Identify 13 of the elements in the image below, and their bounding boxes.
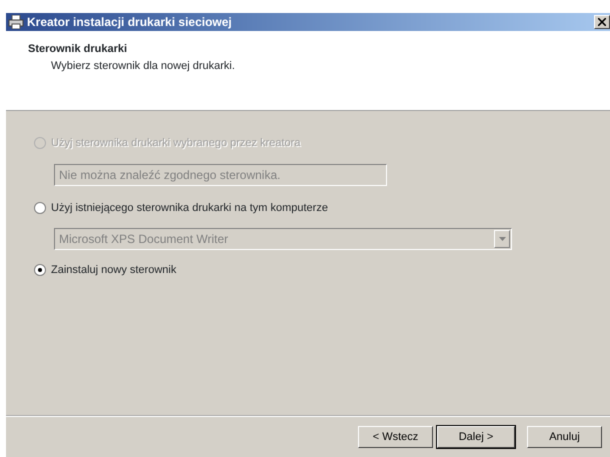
window-title: Kreator instalacji drukarki sieciowej [27,14,232,31]
wizard-button[interactable]: < Wstecz [358,426,433,448]
wizard-button[interactable]: Anuluj [527,426,602,448]
radio-label[interactable]: Użyj istniejącego sterownika drukarki na tym komputerze [51,200,328,216]
close-icon [598,18,606,26]
page-title: Sterownik drukarki [28,42,128,57]
wizard-button[interactable]: Dalej > [437,426,515,448]
close-button[interactable] [594,15,610,29]
page-subtitle: Wybierz sterownik dla nowej drukarki. [51,58,236,74]
radio-button[interactable] [34,264,46,276]
printer-icon [8,15,24,29]
radio-button[interactable] [34,202,46,214]
radio-label[interactable]: Zainstaluj nowy sterownik [51,262,176,278]
